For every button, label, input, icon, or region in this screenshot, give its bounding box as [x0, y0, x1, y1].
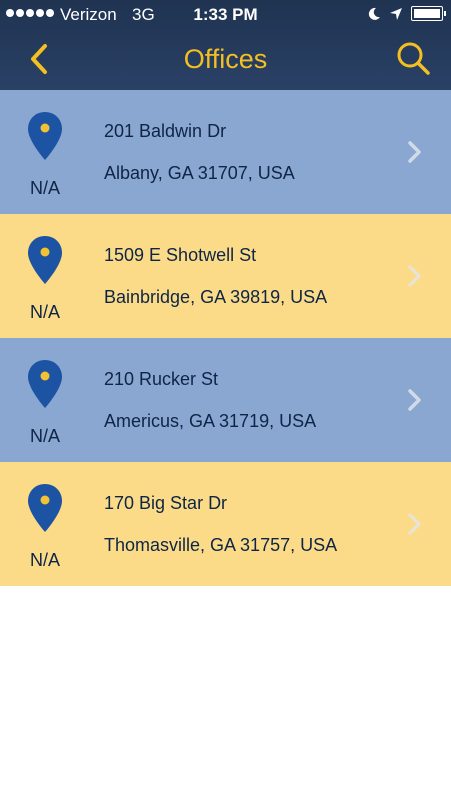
app-header: Verizon 3G 1:33 PM Offices [0, 0, 451, 90]
office-street: 170 Big Star Dr [104, 493, 228, 513]
office-list: N/A 201 Baldwin Dr Albany, GA 31707, USA… [0, 90, 451, 586]
office-street: 201 Baldwin Dr [104, 121, 227, 141]
page-title: Offices [183, 44, 268, 74]
status-icons [367, 6, 446, 21]
search-icon [397, 42, 430, 75]
status-bar: Verizon 3G 1:33 PM [0, 0, 451, 30]
office-city: Albany, GA 31707, USA [104, 163, 295, 183]
location-arrow-icon [390, 7, 402, 20]
map-pin-icon [28, 360, 62, 408]
map-pin-icon [28, 112, 62, 160]
chevron-right-icon [408, 141, 421, 163]
moon-icon [368, 7, 380, 20]
chevron-right-icon [408, 265, 421, 287]
office-street: 1509 E Shotwell St [104, 245, 257, 265]
office-street: 210 Rucker St [104, 369, 219, 389]
battery-icon [411, 6, 446, 21]
search-button[interactable] [395, 40, 431, 76]
office-row[interactable]: N/A 1509 E Shotwell St Bainbridge, GA 39… [0, 214, 451, 338]
distance-label: N/A [29, 178, 60, 198]
office-row[interactable]: N/A 210 Rucker St Americus, GA 31719, US… [0, 338, 451, 462]
office-city: Bainbridge, GA 39819, USA [104, 287, 328, 307]
map-pin-icon [28, 484, 62, 532]
distance-label: N/A [29, 302, 60, 322]
chevron-right-icon [408, 513, 421, 535]
office-row[interactable]: N/A 201 Baldwin Dr Albany, GA 31707, USA [0, 90, 451, 214]
office-row[interactable]: N/A 170 Big Star Dr Thomasville, GA 3175… [0, 462, 451, 586]
map-pin-icon [28, 236, 62, 284]
office-city: Americus, GA 31719, USA [104, 411, 317, 431]
chevron-right-icon [408, 389, 421, 411]
distance-label: N/A [29, 550, 60, 570]
navigation-bar: Offices [0, 30, 451, 90]
office-city: Thomasville, GA 31757, USA [104, 535, 338, 555]
distance-label: N/A [29, 426, 60, 446]
